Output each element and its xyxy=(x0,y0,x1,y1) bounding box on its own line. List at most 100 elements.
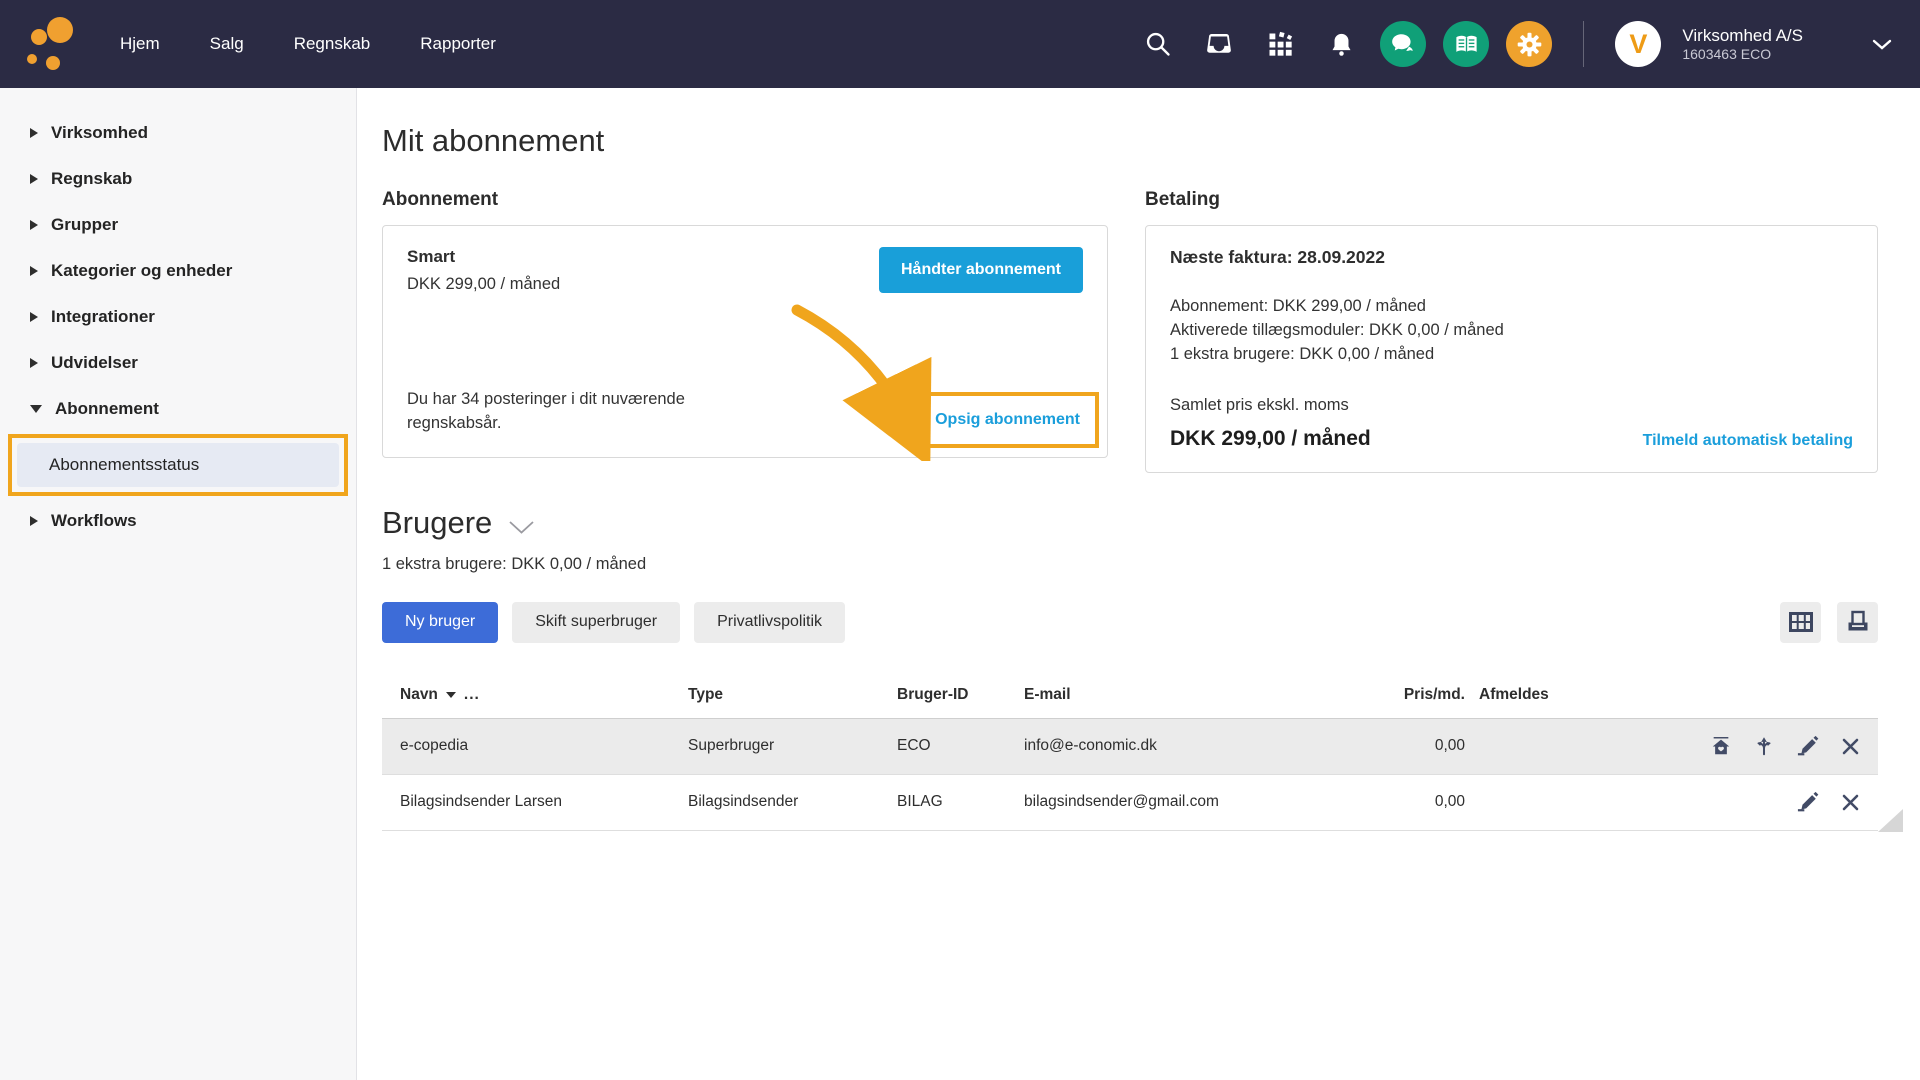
collapsed-arrow-icon xyxy=(30,174,38,184)
chat-icon[interactable] xyxy=(1380,21,1427,67)
total-label: Samlet pris ekskl. moms xyxy=(1170,395,1349,414)
collapsed-arrow-icon xyxy=(30,220,38,230)
column-header-pris[interactable]: Pris/md. xyxy=(1324,686,1479,704)
collapsed-arrow-icon xyxy=(30,266,38,276)
main-content: Mit abonnement Abonnement Smart DKK 299,… xyxy=(357,88,1920,1080)
plan-price: DKK 299,00 / måned xyxy=(407,275,561,293)
postings-note: Du har 34 posteringer i dit nuværende re… xyxy=(407,389,685,433)
sidebar-item-label: Regnskab xyxy=(51,169,133,188)
payment-card: Næste faktura: 28.09.2022 Abonnement: DK… xyxy=(1145,225,1878,473)
cell-user-id: BILAG xyxy=(897,793,943,811)
apps-icon[interactable] xyxy=(1265,29,1295,59)
column-header-email[interactable]: E-mail xyxy=(1024,686,1324,704)
cell-email: info@e-conomic.dk xyxy=(1024,737,1157,755)
new-user-button[interactable]: Ny bruger xyxy=(382,601,499,643)
payment-line: Aktiverede tillægsmoduler: DKK 0,00 / må… xyxy=(1170,320,1504,339)
edit-icon[interactable] xyxy=(1796,791,1820,813)
column-menu-dots[interactable]: ... xyxy=(464,686,480,704)
users-chevron-down-icon[interactable] xyxy=(508,520,535,535)
sidebar-item-regnskab[interactable]: Regnskab xyxy=(0,156,356,202)
sidebar-item-label: Abonnement xyxy=(55,399,159,418)
sidebar-item-abonnement[interactable]: Abonnement xyxy=(0,386,356,432)
home-icon[interactable] xyxy=(1710,735,1732,757)
table-row[interactable]: e-copedia Superbruger ECO info@e-conomic… xyxy=(382,718,1878,775)
sidebar-item-abonnementsstatus[interactable]: Abonnementsstatus xyxy=(17,443,339,487)
column-header-afmeldes[interactable]: Afmeldes xyxy=(1479,686,1629,704)
search-icon[interactable] xyxy=(1143,29,1173,59)
top-navbar: Hjem Salg Regnskab Rapporter V Virksomhe… xyxy=(0,0,1920,88)
column-header-type[interactable]: Type xyxy=(688,686,897,704)
payment-line: 1 ekstra brugere: DKK 0,00 / måned xyxy=(1170,344,1435,363)
users-table: Navn ... Type Bruger-ID E-mail Pris/md. … xyxy=(382,673,1903,832)
company-name: Virksomhed A/S xyxy=(1682,25,1803,45)
collapsed-arrow-icon xyxy=(30,358,38,368)
manage-subscription-button[interactable]: Håndter abonnement xyxy=(878,247,1083,293)
sidebar-item-grupper[interactable]: Grupper xyxy=(0,202,356,248)
subscription-heading: Abonnement xyxy=(382,189,499,210)
navbar-divider xyxy=(1583,21,1585,67)
cell-name: Bilagsindsender Larsen xyxy=(400,793,562,811)
table-row[interactable]: Bilagsindsender Larsen Bilagsindsender B… xyxy=(382,775,1878,831)
column-header-navn[interactable]: Navn ... xyxy=(400,686,688,704)
account-info[interactable]: Virksomhed A/S 1603463 ECO xyxy=(1682,25,1803,64)
expanded-arrow-icon xyxy=(30,405,42,413)
users-heading: Brugere xyxy=(382,504,493,540)
main-menu: Hjem Salg Regnskab Rapporter xyxy=(120,34,496,54)
payment-heading: Betaling xyxy=(1145,189,1220,210)
collapsed-arrow-icon xyxy=(30,128,38,138)
cell-type: Bilagsindsender xyxy=(688,793,799,811)
sidebar-item-udvidelser[interactable]: Udvidelser xyxy=(0,340,356,386)
change-superuser-button[interactable]: Skift superbruger xyxy=(512,601,681,643)
menu-rapporter[interactable]: Rapporter xyxy=(420,34,496,54)
menu-salg[interactable]: Salg xyxy=(210,34,244,54)
sidebar-item-integrationer[interactable]: Integrationer xyxy=(0,294,356,340)
e-conomic-logo[interactable] xyxy=(26,15,78,73)
cell-price: 0,00 xyxy=(1434,737,1465,755)
menu-hjem[interactable]: Hjem xyxy=(120,34,160,54)
sidebar-item-label: Grupper xyxy=(51,215,119,234)
cancel-subscription-link[interactable]: Opsig abonnement xyxy=(935,411,1080,428)
account-chevron-down-icon[interactable] xyxy=(1872,39,1892,50)
annotation-box-sidebar: Abonnementsstatus xyxy=(8,434,348,496)
sidebar-item-label: Virksomhed xyxy=(51,123,149,142)
cell-user-id: ECO xyxy=(897,737,931,755)
resize-grip[interactable] xyxy=(1878,808,1903,832)
remove-icon[interactable] xyxy=(1841,737,1860,756)
book-icon[interactable] xyxy=(1443,21,1490,67)
sidebar-item-workflows[interactable]: Workflows xyxy=(0,498,356,544)
total-value: DKK 299,00 / måned xyxy=(1170,426,1371,450)
cell-type: Superbruger xyxy=(688,737,775,755)
menu-regnskab[interactable]: Regnskab xyxy=(294,34,371,54)
autopay-link[interactable]: Tilmeld automatisk betaling xyxy=(1643,432,1853,450)
gear-icon[interactable] xyxy=(1506,21,1553,67)
sidebar-item-label: Udvidelser xyxy=(51,353,138,372)
sidebar-item-kategorier-og-enheder[interactable]: Kategorier og enheder xyxy=(0,248,356,294)
sidebar-item-label: Kategorier og enheder xyxy=(51,261,233,280)
inbox-icon[interactable] xyxy=(1204,29,1234,59)
company-avatar[interactable]: V xyxy=(1615,21,1662,67)
extra-users-note: 1 ekstra brugere: DKK 0,00 / måned xyxy=(382,554,647,573)
cell-name: e-copedia xyxy=(400,737,469,755)
payment-line: Abonnement: DKK 299,00 / måned xyxy=(1170,297,1426,315)
redirect-icon[interactable] xyxy=(1753,735,1775,757)
sidebar-item-virksomhed[interactable]: Virksomhed xyxy=(0,110,356,156)
remove-icon[interactable] xyxy=(1841,793,1860,812)
cell-price: 0,00 xyxy=(1434,793,1465,811)
table-grid-icon[interactable] xyxy=(1780,601,1821,643)
column-header-bruger-id[interactable]: Bruger-ID xyxy=(897,686,1024,704)
annotation-box-cancel: Opsig abonnement xyxy=(916,392,1099,448)
sidebar: Virksomhed Regnskab Grupper Kategorier o… xyxy=(0,88,357,1080)
sidebar-item-label: Integrationer xyxy=(51,307,155,326)
next-invoice: Næste faktura: 28.09.2022 xyxy=(1170,247,1385,267)
plan-name: Smart xyxy=(407,247,456,266)
sort-desc-icon xyxy=(445,692,456,699)
edit-icon[interactable] xyxy=(1796,735,1820,757)
page-title: Mit abonnement xyxy=(382,123,605,158)
collapsed-arrow-icon xyxy=(30,312,38,322)
sidebar-item-label: Workflows xyxy=(51,511,137,530)
cell-email: bilagsindsender@gmail.com xyxy=(1024,793,1219,811)
privacy-policy-button[interactable]: Privatlivspolitik xyxy=(694,601,846,643)
print-icon[interactable] xyxy=(1837,601,1878,643)
bell-icon[interactable] xyxy=(1326,29,1356,59)
company-id: 1603463 ECO xyxy=(1682,45,1772,62)
